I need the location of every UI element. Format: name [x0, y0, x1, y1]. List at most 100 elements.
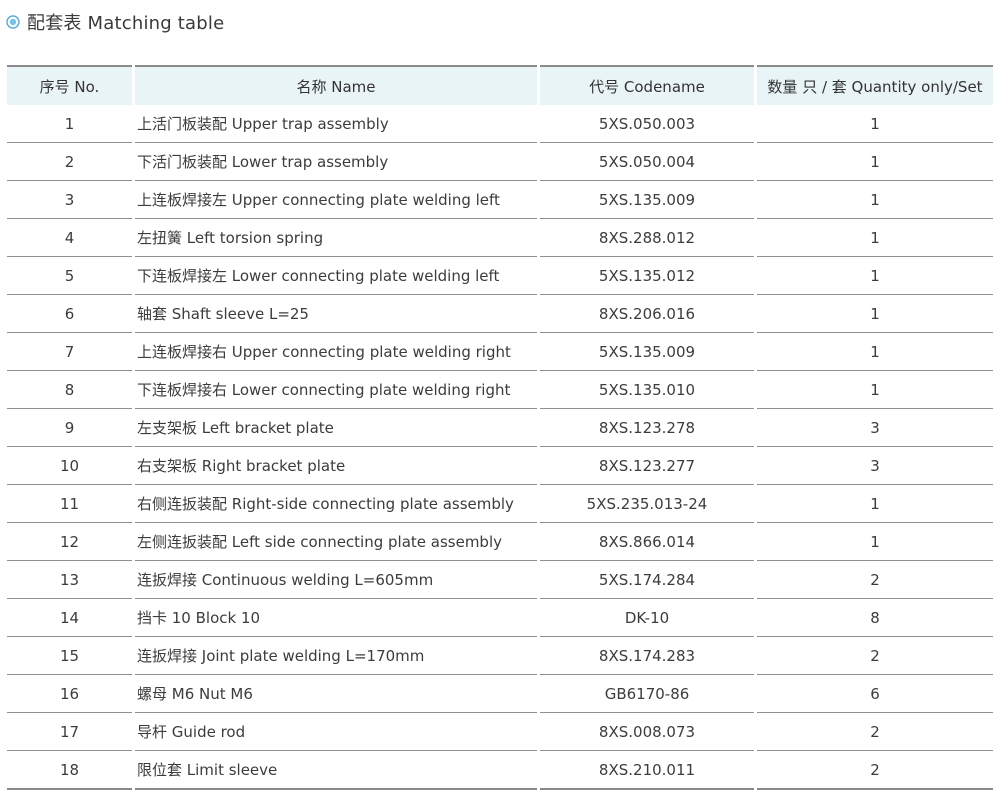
cell-name: 下活门板装配 Lower trap assembly — [135, 143, 537, 181]
cell-number: 10 — [7, 447, 132, 485]
column-header-quantity: 数量 只 / 套 Quantity only/Set — [757, 65, 993, 105]
cell-quantity: 2 — [757, 751, 993, 790]
table-row: 5 下连板焊接左 Lower connecting plate welding l… — [7, 257, 993, 295]
matching-table: 序号 No. 名称 Name 代号 Codename 数量 只 / 套 Quan… — [4, 65, 996, 790]
cell-codename: 5XS.135.009 — [540, 333, 754, 371]
cell-quantity: 2 — [757, 713, 993, 751]
cell-name: 上连板焊接右 Upper connecting plate welding ri… — [135, 333, 537, 371]
table-row: 3 上连板焊接左 Upper connecting plate welding l… — [7, 181, 993, 219]
cell-number: 11 — [7, 485, 132, 523]
cell-quantity: 3 — [757, 409, 993, 447]
cell-codename: 5XS.135.009 — [540, 181, 754, 219]
cell-codename: 5XS.135.010 — [540, 371, 754, 409]
cell-quantity: 6 — [757, 675, 993, 713]
cell-number: 9 — [7, 409, 132, 447]
cell-number: 12 — [7, 523, 132, 561]
table-row: 1 上活门板装配 Upper trap assembly 5XS.050.003 1 — [7, 105, 993, 143]
cell-codename: 8XS.210.011 — [540, 751, 754, 790]
cell-codename: 8XS.123.278 — [540, 409, 754, 447]
column-header-codename: 代号 Codename — [540, 65, 754, 105]
cell-number: 13 — [7, 561, 132, 599]
cell-quantity: 8 — [757, 599, 993, 637]
table-row: 10 右支架板 Right bracket plate 8XS.123.277 3 — [7, 447, 993, 485]
column-header-name: 名称 Name — [135, 65, 537, 105]
cell-quantity: 1 — [757, 485, 993, 523]
column-header-no: 序号 No. — [7, 65, 132, 105]
cell-codename: 5XS.050.003 — [540, 105, 754, 143]
cell-codename: 8XS.123.277 — [540, 447, 754, 485]
table-row: 7 上连板焊接右 Upper connecting plate welding r… — [7, 333, 993, 371]
table-row: 16 螺母 M6 Nut M6 GB6170-86 6 — [7, 675, 993, 713]
cell-number: 4 — [7, 219, 132, 257]
cell-codename: 5XS.174.284 — [540, 561, 754, 599]
cell-quantity: 1 — [757, 257, 993, 295]
cell-quantity: 1 — [757, 105, 993, 143]
cell-number: 15 — [7, 637, 132, 675]
cell-codename: GB6170-86 — [540, 675, 754, 713]
circle-bullet-icon — [6, 15, 20, 29]
cell-quantity: 2 — [757, 561, 993, 599]
cell-name: 左扭簧 Left torsion spring — [135, 219, 537, 257]
table-row: 14 挡卡 10 Block 10 DK-10 8 — [7, 599, 993, 637]
cell-name: 右支架板 Right bracket plate — [135, 447, 537, 485]
cell-codename: 8XS.866.014 — [540, 523, 754, 561]
table-row: 4 左扭簧 Left torsion spring 8XS.288.012 1 — [7, 219, 993, 257]
cell-name: 上连板焊接左 Upper connecting plate welding le… — [135, 181, 537, 219]
cell-name: 导杆 Guide rod — [135, 713, 537, 751]
table-row: 18 限位套 Limit sleeve 8XS.210.011 2 — [7, 751, 993, 790]
cell-codename: 8XS.008.073 — [540, 713, 754, 751]
cell-codename: 5XS.050.004 — [540, 143, 754, 181]
table-row: 15 连扳焊接 Joint plate welding L=170mm 8XS.17… — [7, 637, 993, 675]
cell-number: 2 — [7, 143, 132, 181]
cell-quantity: 2 — [757, 637, 993, 675]
table-row: 17 导杆 Guide rod 8XS.008.073 2 — [7, 713, 993, 751]
cell-number: 17 — [7, 713, 132, 751]
table-row: 9 左支架板 Left bracket plate 8XS.123.278 3 — [7, 409, 993, 447]
cell-quantity: 1 — [757, 371, 993, 409]
table-row: 13 连扳焊接 Continuous welding L=605mm 5XS.174… — [7, 561, 993, 599]
cell-name: 挡卡 10 Block 10 — [135, 599, 537, 637]
cell-codename: 8XS.288.012 — [540, 219, 754, 257]
table-row: 12 左侧连扳装配 Left side connecting plate asse… — [7, 523, 993, 561]
cell-number: 6 — [7, 295, 132, 333]
cell-codename: 8XS.206.016 — [540, 295, 754, 333]
cell-number: 14 — [7, 599, 132, 637]
cell-name: 上活门板装配 Upper trap assembly — [135, 105, 537, 143]
cell-name: 连扳焊接 Continuous welding L=605mm — [135, 561, 537, 599]
cell-quantity: 1 — [757, 333, 993, 371]
cell-codename: 5XS.235.013-24 — [540, 485, 754, 523]
matching-table-container: 序号 No. 名称 Name 代号 Codename 数量 只 / 套 Quan… — [4, 65, 996, 790]
cell-number: 8 — [7, 371, 132, 409]
cell-number: 16 — [7, 675, 132, 713]
cell-quantity: 1 — [757, 295, 993, 333]
cell-name: 下连板焊接左 Lower connecting plate welding le… — [135, 257, 537, 295]
cell-number: 1 — [7, 105, 132, 143]
cell-number: 7 — [7, 333, 132, 371]
cell-name: 右侧连扳装配 Right-side connecting plate assem… — [135, 485, 537, 523]
cell-name: 轴套 Shaft sleeve L=25 — [135, 295, 537, 333]
cell-name: 下连板焊接右 Lower connecting plate welding ri… — [135, 371, 537, 409]
cell-codename: 8XS.174.283 — [540, 637, 754, 675]
cell-number: 18 — [7, 751, 132, 790]
table-row: 2 下活门板装配 Lower trap assembly 5XS.050.004 1 — [7, 143, 993, 181]
table-row: 6 轴套 Shaft sleeve L=25 8XS.206.016 1 — [7, 295, 993, 333]
cell-quantity: 1 — [757, 523, 993, 561]
table-row: 8 下连板焊接右 Lower connecting plate welding r… — [7, 371, 993, 409]
cell-quantity: 1 — [757, 143, 993, 181]
table-body: 1 上活门板装配 Upper trap assembly 5XS.050.003 1 2… — [7, 105, 993, 790]
cell-number: 3 — [7, 181, 132, 219]
cell-name: 左侧连扳装配 Left side connecting plate assemb… — [135, 523, 537, 561]
cell-quantity: 1 — [757, 219, 993, 257]
page-title: 配套表 Matching table — [27, 13, 225, 34]
cell-codename: DK-10 — [540, 599, 754, 637]
cell-quantity: 1 — [757, 181, 993, 219]
page-title-bar: 配套表 Matching table — [6, 9, 224, 35]
cell-name: 连扳焊接 Joint plate welding L=170mm — [135, 637, 537, 675]
table-header-row: 序号 No. 名称 Name 代号 Codename 数量 只 / 套 Quan… — [7, 65, 993, 105]
cell-quantity: 3 — [757, 447, 993, 485]
table-row: 11 右侧连扳装配 Right-side connecting plate ass… — [7, 485, 993, 523]
cell-name: 螺母 M6 Nut M6 — [135, 675, 537, 713]
cell-name: 限位套 Limit sleeve — [135, 751, 537, 790]
cell-number: 5 — [7, 257, 132, 295]
cell-name: 左支架板 Left bracket plate — [135, 409, 537, 447]
